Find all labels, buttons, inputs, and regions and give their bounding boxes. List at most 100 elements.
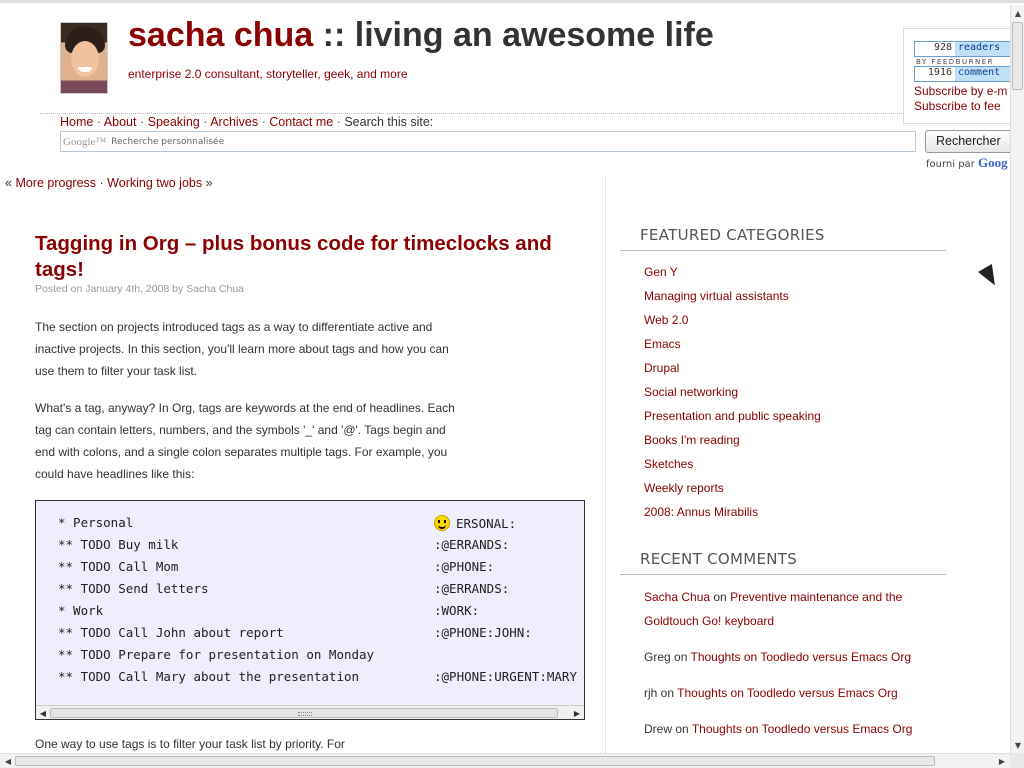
category-link[interactable]: Books I'm reading bbox=[644, 433, 740, 447]
scroll-left-icon[interactable]: ◀ bbox=[36, 706, 50, 719]
scroll-left-icon[interactable]: ◀ bbox=[2, 755, 14, 767]
code-line: ** TODO Send letters:@ERRANDS: bbox=[58, 581, 584, 603]
comment-item: Greg on Thoughts on Toodledo versus Emac… bbox=[644, 645, 934, 669]
scroll-right-icon[interactable]: ▶ bbox=[996, 755, 1008, 767]
vertical-scrollbar[interactable]: ▲ ▼ bbox=[1010, 5, 1024, 753]
search-placeholder: Recherche personnalisée bbox=[111, 136, 225, 147]
subscribe-email-link[interactable]: Subscribe by e-m bbox=[914, 84, 1007, 98]
post-nav-separator: · bbox=[99, 176, 104, 190]
horizontal-scrollbar[interactable]: ◀ ▶ bbox=[0, 753, 1010, 768]
category-link[interactable]: Managing virtual assistants bbox=[644, 289, 789, 303]
nav-home[interactable]: Home bbox=[60, 115, 93, 129]
post-title[interactable]: Tagging in Org – plus bonus code for tim… bbox=[35, 231, 595, 283]
recent-comments-title: RECENT COMMENTS bbox=[640, 550, 798, 568]
category-item: Weekly reports bbox=[644, 478, 821, 502]
comment-author: rjh bbox=[644, 686, 658, 700]
subscribe-feed-link[interactable]: Subscribe to fee bbox=[914, 99, 1001, 113]
category-item: Managing virtual assistants bbox=[644, 286, 821, 310]
code-text: ** TODO Call Mom bbox=[58, 559, 179, 574]
post-meta-prefix: Posted on bbox=[35, 283, 86, 295]
code-text: ** TODO Call John about report bbox=[58, 625, 284, 640]
search-input[interactable]: Google™ Recherche personnalisée bbox=[60, 131, 916, 152]
comment-on: on bbox=[710, 590, 731, 604]
comment-post-link[interactable]: Thoughts on Toodledo versus Emacs Org bbox=[691, 650, 912, 664]
site-title-tagline[interactable]: :: living an awesome life bbox=[313, 16, 714, 54]
readers-label: readers bbox=[958, 42, 1001, 53]
code-line: ** TODO Call John about report :@PHONE:JO… bbox=[58, 625, 584, 647]
category-item: Web 2.0 bbox=[644, 310, 821, 334]
code-text: * Personal bbox=[58, 515, 134, 530]
code-line: * Personal ERSONAL: bbox=[58, 515, 584, 537]
smiley-icon bbox=[434, 515, 450, 531]
code-text: ** TODO Call Mary about the presentation bbox=[58, 669, 360, 684]
post-author: Sacha Chua bbox=[186, 283, 244, 295]
category-item: Gen Y bbox=[644, 262, 821, 286]
category-item: Drupal bbox=[644, 358, 821, 382]
scrollbar-corner bbox=[1010, 753, 1024, 768]
code-scroll-thumb[interactable] bbox=[50, 708, 558, 718]
scroll-up-icon[interactable]: ▲ bbox=[1012, 7, 1024, 19]
comment-post-link[interactable]: Thoughts on Toodledo versus Emacs Org bbox=[692, 722, 913, 736]
scroll-right-icon[interactable]: ▶ bbox=[570, 706, 584, 719]
category-link[interactable]: Sketches bbox=[644, 457, 693, 471]
featured-categories-title: FEATURED CATEGORIES bbox=[640, 226, 825, 244]
nav-speaking[interactable]: Speaking bbox=[148, 115, 200, 129]
feedburner-readers-chip[interactable]: 928 readers bbox=[914, 41, 1010, 57]
nav-separator: · bbox=[96, 115, 101, 129]
post-meta: Posted on January 4th, 2008 by Sacha Chu… bbox=[35, 283, 244, 295]
category-link[interactable]: Weekly reports bbox=[644, 481, 724, 495]
comment-author[interactable]: Sacha Chua bbox=[644, 590, 710, 604]
nav-separator: · bbox=[336, 115, 341, 129]
nav-separator: · bbox=[261, 115, 266, 129]
code-horizontal-scrollbar[interactable]: ◀ ▶ bbox=[36, 705, 584, 719]
code-tags: :@PHONE:JOHN: bbox=[434, 625, 532, 640]
comment-item: Sacha Chua on Preventive maintenance and… bbox=[644, 585, 934, 633]
nav-contact[interactable]: Contact me bbox=[269, 115, 333, 129]
comment-post-link[interactable]: Thoughts on Toodledo versus Emacs Org bbox=[677, 686, 898, 700]
code-line: ** TODO Call Mom :@PHONE: bbox=[58, 559, 584, 581]
widget-divider bbox=[620, 250, 946, 251]
code-block[interactable]: * Personal ERSONAL: ** TODO Buy milk:@ERR… bbox=[35, 500, 585, 720]
mouse-cursor-icon bbox=[978, 264, 1002, 290]
nav-archives[interactable]: Archives bbox=[210, 115, 258, 129]
horizontal-scroll-thumb[interactable] bbox=[15, 756, 935, 766]
column-divider bbox=[605, 176, 606, 753]
site-title-name[interactable]: sacha chua bbox=[128, 16, 313, 54]
nav-about[interactable]: About bbox=[104, 115, 137, 129]
post-navigation: « More progress · Working two jobs » bbox=[5, 176, 213, 190]
google-logo-small: Goog bbox=[977, 155, 1008, 170]
post-date: January 4th, 2008 bbox=[85, 283, 170, 295]
post-paragraph: The section on projects introduced tags … bbox=[35, 320, 449, 378]
site-title[interactable]: sacha chua :: living an awesome life bbox=[128, 16, 714, 55]
comment-on: on bbox=[670, 650, 691, 664]
author-avatar[interactable] bbox=[60, 22, 108, 94]
post-paragraph: One way to use tags is to filter your ta… bbox=[35, 737, 345, 751]
category-link[interactable]: Drupal bbox=[644, 361, 679, 375]
header-divider bbox=[40, 113, 910, 114]
comment-on: on bbox=[672, 722, 692, 736]
category-link[interactable]: Social networking bbox=[644, 385, 738, 399]
search-button[interactable]: Rechercher bbox=[925, 130, 1015, 153]
scroll-down-icon[interactable]: ▼ bbox=[1012, 739, 1024, 751]
search-label: Search this site: bbox=[344, 115, 434, 129]
prev-post-link[interactable]: More progress bbox=[15, 176, 96, 190]
category-item: Sketches bbox=[644, 454, 821, 478]
code-tags: :@PHONE: bbox=[434, 559, 495, 574]
post-meta-by: by bbox=[169, 283, 187, 295]
site-header: sacha chua :: living an awesome life ent… bbox=[0, 0, 1015, 178]
category-link[interactable]: Web 2.0 bbox=[644, 313, 688, 327]
category-item: Social networking bbox=[644, 382, 821, 406]
category-link[interactable]: Emacs bbox=[644, 337, 681, 351]
category-link[interactable]: 2008: Annus Mirabilis bbox=[644, 505, 758, 519]
code-line: * Work:WORK: bbox=[58, 603, 584, 625]
feedburner-comments-chip[interactable]: 1916 comment bbox=[914, 66, 1010, 82]
powered-by: fourni par Goog bbox=[926, 155, 1008, 171]
category-link[interactable]: Gen Y bbox=[644, 265, 678, 279]
vertical-scroll-thumb[interactable] bbox=[1012, 22, 1023, 90]
category-link[interactable]: Presentation and public speaking bbox=[644, 409, 821, 423]
next-post-link[interactable]: Working two jobs bbox=[107, 176, 202, 190]
category-item: Books I'm reading bbox=[644, 430, 821, 454]
nav-separator: · bbox=[203, 115, 208, 129]
category-item: Presentation and public speaking bbox=[644, 406, 821, 430]
code-tags: :@ERRANDS: bbox=[434, 581, 510, 596]
